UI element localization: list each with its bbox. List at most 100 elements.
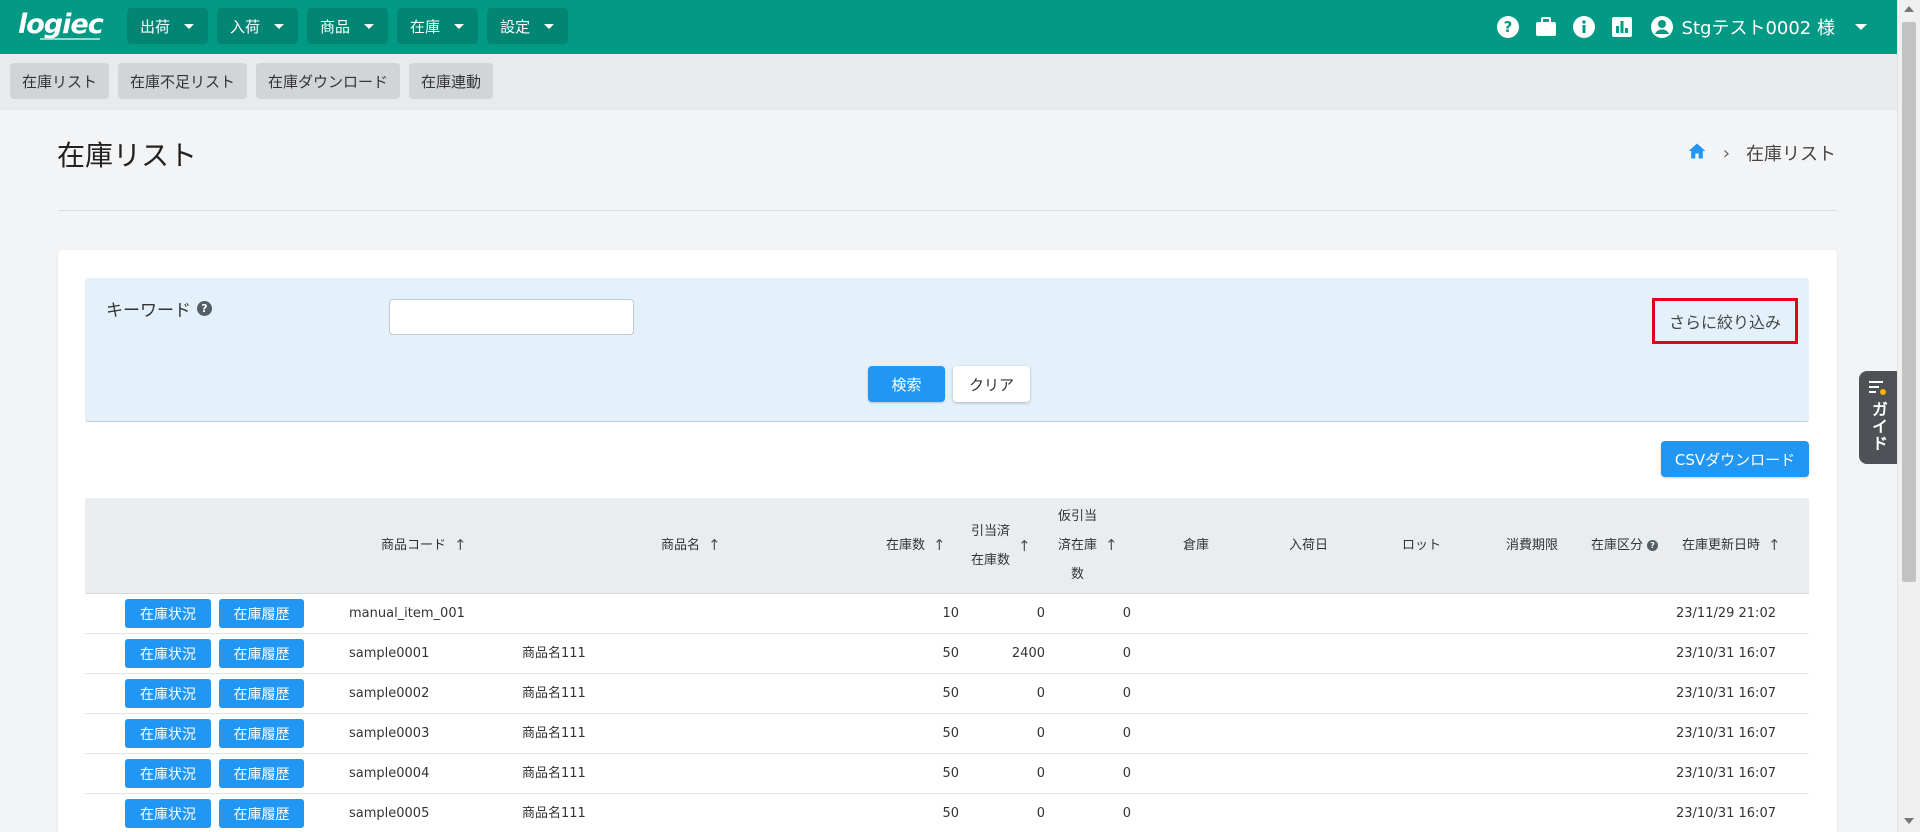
cell-stock: 50 (942, 686, 959, 701)
logiec-logo[interactable]: logiec (18, 8, 110, 44)
user-name: Stgテスト0002 様 (1681, 18, 1835, 39)
account-icon (1650, 16, 1673, 38)
cell-stock: 50 (942, 646, 959, 661)
cell-allocated: 0 (1036, 726, 1045, 741)
th-stock-category: 在庫区分 ? (1591, 531, 1659, 560)
th-product-name[interactable]: 商品名 ↑ (661, 531, 721, 560)
th-lot: ロット (1402, 538, 1442, 553)
cell-provisional: 0 (1122, 806, 1131, 821)
search-button[interactable]: 検索 (868, 366, 945, 402)
th-updated-at[interactable]: 在庫更新日時 ↑ (1682, 531, 1781, 560)
keyword-label: キーワード ? (106, 296, 212, 321)
guide-list-icon (1869, 381, 1886, 395)
th-label: 数 (1071, 567, 1085, 582)
briefcase-icon[interactable] (1534, 15, 1558, 39)
cell-updated-at: 23/10/31 16:07 (1676, 646, 1776, 661)
stock-status-button[interactable]: 在庫状況 (125, 759, 211, 788)
th-product-code[interactable]: 商品コード ↑ (381, 531, 467, 560)
nav-inventory[interactable]: 在庫 (397, 8, 479, 44)
csv-download-button[interactable]: CSVダウンロード (1661, 441, 1809, 477)
cell-stock: 50 (942, 766, 959, 781)
header-actions: ? Stgテスト0002 様 (1496, 0, 1867, 54)
cell-allocated: 0 (1036, 766, 1045, 781)
cell-provisional: 0 (1122, 726, 1131, 741)
scrollbar-thumb[interactable] (1902, 22, 1916, 582)
sort-arrow-up-icon: ↑ (454, 536, 467, 554)
more-filter-button[interactable]: さらに絞り込み (1652, 298, 1798, 344)
table-row: 在庫状況 在庫履歴 sample0004 商品名111 50 0 0 23/10/31 16:… (85, 754, 1809, 794)
table-row: 在庫状況 在庫履歴 sample0005 商品名111 50 0 0 23/10/31 16:… (85, 794, 1809, 832)
nav-shipping[interactable]: 出荷 (127, 8, 209, 44)
cell-product-name: 商品名111 (522, 726, 586, 741)
stock-history-button[interactable]: 在庫履歴 (219, 759, 304, 788)
help-icon[interactable]: ? (1496, 15, 1520, 39)
th-label: 在庫区分 (1591, 538, 1644, 553)
logo-underline (40, 38, 100, 40)
nav-receiving[interactable]: 入荷 (217, 8, 299, 44)
page-title: 在庫リスト (57, 139, 198, 172)
breadcrumb: › 在庫リスト (1687, 140, 1836, 166)
cell-updated-at: 23/10/31 16:07 (1676, 686, 1776, 701)
stock-status-button[interactable]: 在庫状況 (125, 599, 211, 628)
home-icon[interactable] (1687, 141, 1707, 166)
nav-label: 設定 (500, 17, 531, 36)
stock-history-button[interactable]: 在庫履歴 (219, 639, 304, 668)
cell-provisional: 0 (1122, 606, 1131, 621)
guide-tab[interactable]: ガイド (1859, 371, 1897, 464)
logo-text: logiec (18, 9, 104, 40)
th-provisional[interactable]: 仮引当 済在庫 数 ↑ (1058, 502, 1118, 589)
stock-history-button[interactable]: 在庫履歴 (219, 679, 304, 708)
info-icon[interactable] (1572, 15, 1596, 39)
caret-down-icon (184, 23, 195, 29)
scroll-up-arrow-icon[interactable] (1904, 6, 1914, 12)
sort-arrow-up-icon: ↑ (1105, 536, 1118, 554)
question-icon[interactable]: ? (1647, 540, 1659, 551)
scroll-down-arrow-icon[interactable] (1904, 818, 1914, 824)
th-allocated[interactable]: 引当済 在庫数 ↑ (971, 517, 1031, 575)
th-label: 商品コード (381, 538, 447, 553)
stock-status-button[interactable]: 在庫状況 (125, 799, 211, 828)
cell-stock: 10 (942, 606, 959, 621)
sort-arrow-up-icon: ↑ (708, 536, 721, 554)
table-row: 在庫状況 在庫履歴 manual_item_001 10 0 0 23/11/29 21:0… (85, 594, 1809, 634)
stock-history-button[interactable]: 在庫履歴 (219, 599, 304, 628)
keyword-input[interactable] (389, 299, 634, 335)
clear-button[interactable]: クリア (953, 366, 1030, 402)
th-label: 引当済 (971, 524, 1011, 539)
table-row: 在庫状況 在庫履歴 sample0001 商品名111 50 2400 0 23/10/31 … (85, 634, 1809, 674)
stock-status-button[interactable]: 在庫状況 (125, 719, 211, 748)
tab-inventory-list[interactable]: 在庫リスト (10, 63, 110, 99)
tab-inventory-download[interactable]: 在庫ダウンロード (256, 63, 401, 99)
header-divider (58, 210, 1837, 211)
nav-products[interactable]: 商品 (307, 8, 389, 44)
guide-label: ガイド (1869, 401, 1888, 452)
cell-product-code: sample0004 (349, 766, 430, 781)
sort-arrow-up-icon: ↑ (1768, 536, 1781, 554)
stock-history-button[interactable]: 在庫履歴 (219, 799, 304, 828)
stock-status-button[interactable]: 在庫状況 (125, 639, 211, 668)
tab-inventory-shortage[interactable]: 在庫不足リスト (118, 63, 248, 99)
breadcrumb-current: 在庫リスト (1746, 144, 1836, 165)
th-stock[interactable]: 在庫数 ↑ (886, 531, 946, 560)
th-label-group: 引当済 在庫数 (971, 517, 1010, 575)
chart-icon[interactable] (1610, 15, 1634, 39)
user-menu[interactable]: Stgテスト0002 様 (1650, 14, 1867, 40)
stock-history-button[interactable]: 在庫履歴 (219, 719, 304, 748)
cell-product-code: sample0002 (349, 686, 430, 701)
nav-settings[interactable]: 設定 (487, 8, 569, 44)
caret-down-icon (364, 23, 375, 29)
nav-label: 入荷 (230, 17, 261, 36)
cell-product-name: 商品名111 (522, 646, 586, 661)
th-expiry: 消費期限 (1506, 538, 1559, 553)
stock-status-button[interactable]: 在庫状況 (125, 679, 211, 708)
cell-product-code: manual_item_001 (349, 606, 465, 621)
table-row: 在庫状況 在庫履歴 sample0003 商品名111 50 0 0 23/10/31 16:… (85, 714, 1809, 754)
page-scrollbar[interactable] (1897, 0, 1920, 832)
tab-inventory-sync[interactable]: 在庫連動 (409, 63, 494, 99)
cell-allocated: 0 (1036, 806, 1045, 821)
th-arrival-date: 入荷日 (1289, 538, 1329, 553)
inventory-card: キーワード ? さらに絞り込み 検索 クリア CSVダウンロード 商品コード ↑ … (58, 250, 1837, 832)
cell-product-name: 商品名111 (522, 686, 586, 701)
cell-allocated: 0 (1036, 686, 1045, 701)
question-icon[interactable]: ? (197, 301, 212, 316)
